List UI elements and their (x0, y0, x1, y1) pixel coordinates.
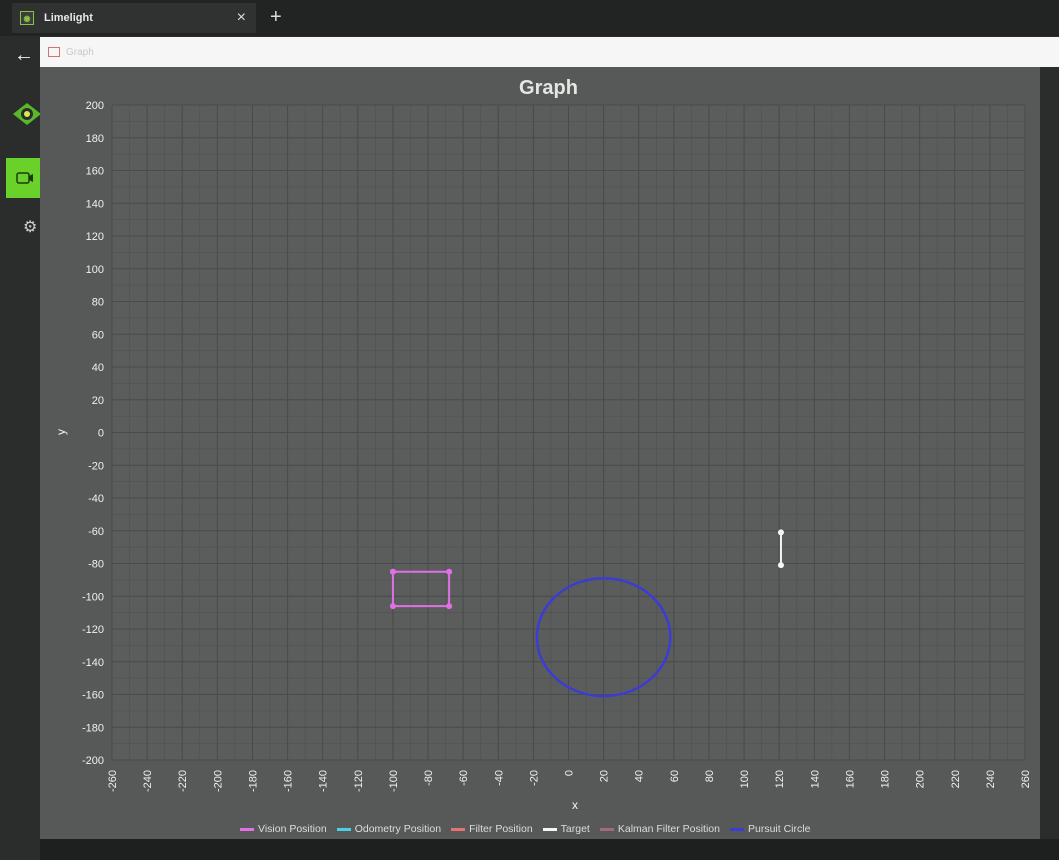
window-bottom-edge (40, 839, 1059, 860)
x-tick-label: 0 (564, 770, 576, 776)
legend-label: Pursuit Circle (747, 823, 811, 835)
legend-label: Vision Position (258, 823, 327, 835)
legend-swatch (729, 827, 744, 831)
target-point (777, 562, 784, 569)
x-tick-label: 260 (1020, 770, 1032, 788)
y-tick-label: 120 (86, 231, 104, 243)
legend-swatch (336, 827, 351, 831)
y-tick-label: 60 (92, 329, 104, 341)
x-tick-label: -140 (318, 770, 330, 792)
legend-label: Kalman Filter Position (617, 823, 720, 835)
x-tick-label: -20 (528, 770, 540, 786)
x-tick-label: 180 (880, 770, 892, 788)
window-edge (1040, 67, 1059, 860)
y-tick-label: -40 (88, 493, 104, 505)
legend-label: Filter Position (469, 823, 533, 835)
page-icon (48, 47, 60, 57)
graph-plot: 200180160140120100806040200-20-40-60-80-… (82, 100, 1032, 792)
vision-position-point (389, 603, 396, 610)
new-tab-icon[interactable]: + (270, 7, 282, 27)
y-axis-label: y (54, 429, 68, 435)
x-tick-label: 40 (634, 770, 646, 782)
x-tick-label: 160 (844, 770, 856, 788)
y-tick-label: 180 (86, 133, 104, 145)
x-tick-label: 220 (950, 770, 962, 788)
legend-item: Vision Position (240, 823, 327, 835)
x-tick-label: -200 (212, 770, 224, 792)
legend-item: Target (542, 823, 590, 835)
y-tick-label: 0 (98, 428, 104, 440)
legend-label: Odometry Position (354, 823, 442, 835)
y-tick-label: -180 (82, 722, 104, 734)
gear-icon[interactable]: ⚙ (23, 217, 37, 237)
y-tick-label: -200 (82, 755, 104, 767)
y-tick-label: -60 (88, 526, 104, 538)
page-name: Graph (66, 46, 94, 58)
x-tick-label: -120 (353, 770, 365, 792)
legend-swatch (542, 827, 557, 831)
target-point (777, 529, 784, 536)
legend-label: Target (560, 823, 590, 835)
x-tick-label: 140 (809, 770, 821, 788)
close-tab-icon[interactable]: × (237, 9, 246, 27)
y-tick-label: -160 (82, 690, 104, 702)
x-tick-label: -100 (388, 770, 400, 792)
arrow-left-icon[interactable]: ← (14, 44, 34, 67)
x-tick-label: 200 (915, 770, 927, 788)
tab-title: Limelight (44, 12, 93, 24)
tab-limelight[interactable]: ◉ Limelight × (12, 3, 256, 33)
x-tick-label: -220 (177, 770, 189, 792)
x-tick-label: -60 (458, 770, 470, 786)
vision-position-point (389, 568, 396, 575)
y-tick-label: 200 (86, 100, 104, 112)
x-tick-label: -80 (423, 770, 435, 786)
vision-position-point (446, 603, 453, 610)
legend-swatch (240, 827, 254, 831)
y-tick-label: 160 (86, 166, 104, 178)
graph-panel: Graph 200 180 160 140 120 100 80 60 40 20 0 -20 -40-… (40, 67, 1057, 839)
x-tick-label: 120 (774, 770, 786, 788)
x-tick-label: 240 (985, 770, 997, 788)
vision-position-point (446, 568, 453, 575)
limelight-logo-icon[interactable] (12, 102, 42, 131)
x-tick-label: -40 (493, 770, 505, 786)
y-tick-label: 140 (86, 198, 104, 210)
x-tick-label: 100 (739, 770, 751, 788)
legend-swatch (599, 827, 614, 831)
y-tick-label: 100 (86, 264, 104, 276)
legend-item: Odometry Position (336, 823, 442, 835)
legend-swatch (451, 827, 466, 831)
x-tick-label: -260 (107, 770, 119, 792)
y-tick-label: -140 (82, 657, 104, 669)
y-tick-label: 20 (92, 395, 104, 407)
x-tick-label: -240 (142, 770, 154, 792)
legend-item: Kalman Filter Position (599, 823, 720, 835)
legend: Vision Position Odometry Position Filter P… (240, 823, 1059, 835)
limelight-favicon-icon: ◉ (20, 11, 34, 25)
x-tick-label: -180 (247, 770, 259, 792)
legend-item: Filter Position (451, 823, 533, 835)
address-bar[interactable]: Graph (40, 37, 1059, 67)
x-tick-label: -160 (283, 770, 295, 792)
y-tick-label: -20 (88, 460, 104, 472)
x-tick-label: 80 (704, 770, 716, 782)
y-tick-label: -120 (82, 624, 104, 636)
x-tick-label: 20 (599, 770, 611, 782)
y-tick-label: -100 (82, 591, 104, 603)
y-tick-label: -80 (88, 559, 104, 571)
y-tick-label: 80 (92, 297, 104, 309)
x-tick-label: 60 (669, 770, 681, 782)
legend-item: Pursuit Circle (729, 823, 811, 835)
tab-bar: ◉ Limelight × + (0, 0, 1059, 36)
x-axis-label: x (572, 798, 578, 812)
camera-icon (16, 172, 33, 184)
camera-button[interactable] (6, 158, 44, 198)
y-tick-label: 40 (92, 362, 104, 374)
